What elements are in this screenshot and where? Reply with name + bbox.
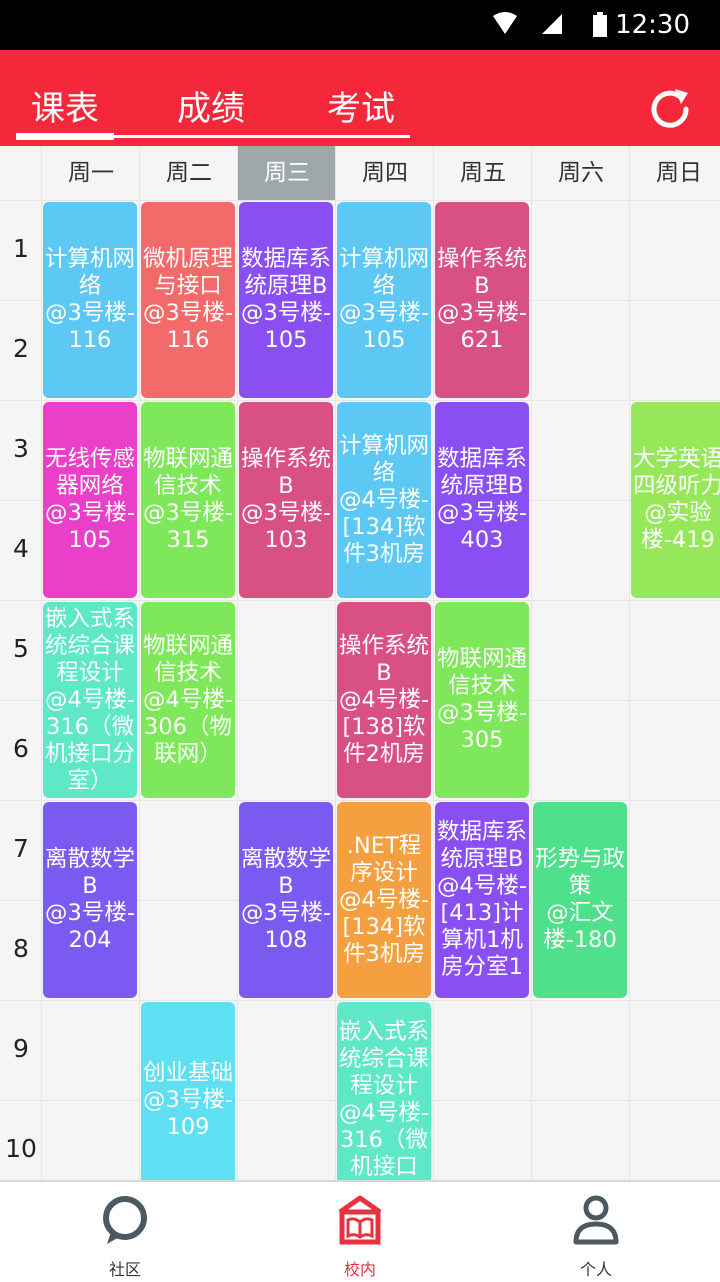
- weekday-header: 周五: [460, 160, 506, 186]
- timetable-grid: 周一 周二 周三 周四 周五 周六 周日 1 2 3 4 5 6 7 8 9 10 计算机网络 @3号楼-116 微…: [0, 146, 720, 1201]
- tab-exams[interactable]: 考试: [314, 86, 408, 132]
- period-number: 7: [13, 834, 29, 863]
- course-block[interactable]: 创业基础 @3号楼-109: [141, 1002, 235, 1198]
- course-block[interactable]: 大学英语四级听力 @实验楼-419: [631, 402, 720, 598]
- grid-line: [531, 146, 532, 1180]
- book-house-icon: [338, 1195, 382, 1245]
- period-number: 5: [13, 634, 29, 663]
- nav-personal-label: 个人: [579, 1260, 612, 1279]
- weekday-header: 周四: [362, 160, 408, 186]
- battery-icon: [593, 12, 607, 37]
- course-block[interactable]: 离散数学B @3号楼-108: [239, 802, 333, 998]
- nav-community[interactable]: 社区: [5, 1182, 245, 1282]
- period-number: 3: [13, 434, 29, 463]
- course-block[interactable]: 操作系统B @3号楼-621: [435, 202, 529, 398]
- wifi-icon: [493, 12, 517, 34]
- period-number: 4: [13, 534, 29, 563]
- bottom-navigation: 社区 校内 个人: [0, 1180, 720, 1280]
- course-block[interactable]: 计算机网络 @3号楼-105: [337, 202, 431, 398]
- course-block[interactable]: 物联网通信技术 @3号楼-305: [435, 602, 529, 798]
- course-block[interactable]: 数据库系统原理B @3号楼-403: [435, 402, 529, 598]
- nav-personal[interactable]: 个人: [476, 1182, 716, 1282]
- status-time: 12:30: [615, 10, 690, 40]
- grid-line: [335, 146, 336, 1180]
- course-block[interactable]: 无线传感器网络 @3号楼-105: [43, 402, 137, 598]
- course-block[interactable]: 计算机网络 @3号楼-116: [43, 202, 137, 398]
- weekday-header: 周二: [166, 160, 212, 186]
- course-block[interactable]: 微机原理与接口 @3号楼-116: [141, 202, 235, 398]
- period-number: 6: [13, 734, 29, 763]
- grid-line: [0, 200, 720, 201]
- course-block[interactable]: 物联网通信技术 @3号楼-315: [141, 402, 235, 598]
- grid-line: [0, 1000, 720, 1001]
- nav-community-label: 社区: [108, 1260, 141, 1279]
- weekday-header: 周六: [558, 160, 604, 186]
- course-block[interactable]: .NET程序设计 @4号楼-[134]软件3机房: [337, 802, 431, 998]
- grid-line: [0, 800, 720, 801]
- weekday-header: 周三: [238, 146, 336, 200]
- tab-schedule[interactable]: 课表: [18, 86, 112, 132]
- grid-line: [629, 146, 630, 1180]
- nav-campus[interactable]: 校内: [240, 1182, 480, 1282]
- course-block[interactable]: 形势与政策 @汇文楼-180: [533, 802, 627, 998]
- weekday-header: 周日: [656, 160, 702, 186]
- course-block[interactable]: 计算机网络 @4号楼-[134]软件3机房: [337, 402, 431, 598]
- period-number: 2: [13, 334, 29, 363]
- status-bar: 12:30: [0, 0, 720, 50]
- tab-grades[interactable]: 成绩: [164, 86, 258, 132]
- grid-line: [433, 146, 434, 1180]
- refresh-icon[interactable]: [646, 85, 694, 133]
- grid-line: [41, 146, 42, 1180]
- course-block[interactable]: 操作系统B @3号楼-103: [239, 402, 333, 598]
- grid-line: [0, 600, 720, 601]
- course-block[interactable]: 离散数学B @3号楼-204: [43, 802, 137, 998]
- period-number: 1: [13, 234, 29, 263]
- signal-icon: [542, 14, 562, 34]
- period-number: 8: [13, 934, 29, 963]
- grid-line: [237, 146, 238, 1180]
- course-block[interactable]: 数据库系统原理B @3号楼-105: [239, 202, 333, 398]
- tab-active-indicator: [16, 133, 114, 140]
- chat-bubble-icon: [103, 1196, 147, 1244]
- person-icon: [573, 1195, 619, 1245]
- course-block[interactable]: 物联网通信技术 @4号楼-306（物联网）: [141, 602, 235, 798]
- course-block[interactable]: 操作系统B @4号楼-[138]软件2机房: [337, 602, 431, 798]
- course-block[interactable]: 数据库系统原理B @4号楼-[413]计算机1机房分室1: [435, 802, 529, 998]
- weekday-header: 周一: [68, 160, 114, 186]
- nav-campus-label: 校内: [343, 1260, 376, 1279]
- period-number: 10: [5, 1134, 37, 1163]
- grid-line: [0, 400, 720, 401]
- course-block[interactable]: 嵌入式系统综合课程设计 @4号楼-316（微机接口: [337, 1002, 431, 1198]
- period-number: 9: [13, 1034, 29, 1063]
- grid-line: [139, 146, 140, 1180]
- course-block[interactable]: 嵌入式系统综合课程设计 @4号楼-316（微机接口分室）: [43, 602, 137, 798]
